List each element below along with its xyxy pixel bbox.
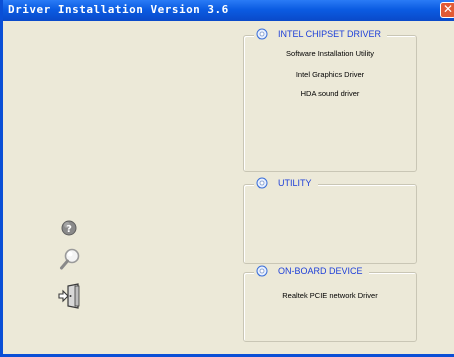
search-icon[interactable] (59, 247, 81, 271)
intel-graphics-driver-link[interactable]: Intel Graphics Driver (244, 70, 416, 79)
intel-chipset-title: INTEL CHIPSET DRIVER (278, 29, 382, 39)
disc-icon (256, 265, 268, 277)
main-content: INTEL CHIPSET DRIVER Software Installati… (3, 21, 454, 354)
onboard-device-group: ON-BOARD DEVICE Realtek PCIE network Dri… (243, 265, 417, 342)
disc-icon (256, 28, 268, 40)
utility-title: UTILITY (278, 178, 312, 188)
software-installation-utility-link[interactable]: Software Installation Utility (244, 49, 416, 58)
disc-icon (256, 177, 268, 189)
exit-icon[interactable] (58, 283, 84, 309)
onboard-device-title: ON-BOARD DEVICE (278, 266, 363, 276)
close-button[interactable]: ✕ (440, 2, 454, 18)
onboard-device-legend: ON-BOARD DEVICE (254, 265, 369, 277)
realtek-pcie-network-driver-link[interactable]: Realtek PCIE network Driver (244, 291, 416, 300)
intel-chipset-legend: INTEL CHIPSET DRIVER (254, 28, 388, 40)
hda-sound-driver-link[interactable]: HDA sound driver (244, 89, 416, 98)
installer-window: Driver Installation Version 3.6 ✕ INTEL … (0, 0, 454, 357)
title-bar[interactable]: Driver Installation Version 3.6 ✕ (3, 0, 454, 21)
help-icon[interactable]: ? (61, 220, 77, 236)
window-title: Driver Installation Version 3.6 (8, 3, 229, 16)
intel-chipset-group: INTEL CHIPSET DRIVER Software Installati… (243, 28, 417, 172)
utility-group: UTILITY (243, 177, 417, 264)
utility-legend: UTILITY (254, 177, 318, 189)
svg-text:?: ? (66, 224, 72, 235)
